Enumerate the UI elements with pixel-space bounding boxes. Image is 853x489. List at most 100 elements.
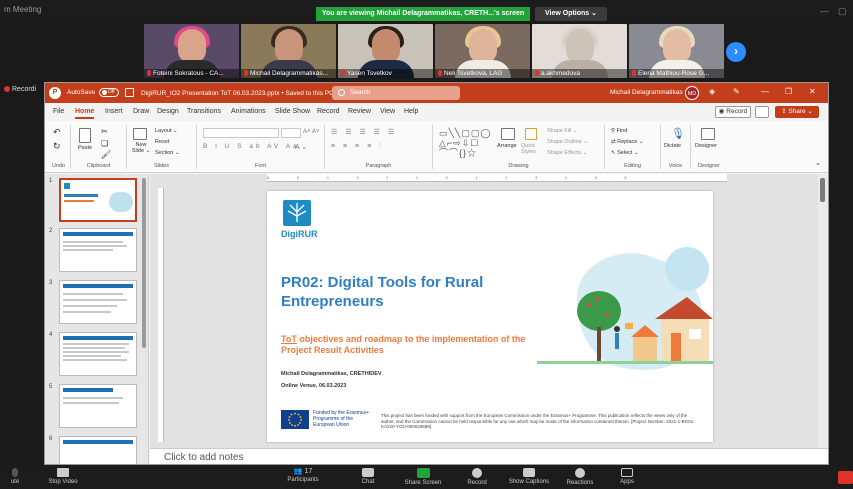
tab-home[interactable]: Home (75, 108, 95, 119)
share-screen-icon (416, 468, 430, 478)
slide-thumbnail[interactable] (59, 436, 137, 464)
replace-button[interactable]: ⇄ Replace ⌄ (611, 139, 643, 145)
slide-thumbnail[interactable] (59, 384, 137, 428)
participant-tile[interactable]: Neli Tsvetkova, LAG (435, 24, 530, 78)
close-icon[interactable]: ✕ (809, 87, 816, 96)
next-participants-icon[interactable]: › (726, 42, 746, 62)
maximize-icon[interactable]: ▢ (838, 6, 847, 17)
select-button[interactable]: ↖ Select ⌄ (611, 150, 639, 156)
share-screen-button[interactable]: Share Screen (398, 465, 448, 486)
participant-tile[interactable]: Michail Delagrammatikas... (241, 24, 336, 78)
slide-subtitle[interactable]: ToT objectives and roadmap to the implem… (281, 334, 531, 356)
tab-insert[interactable]: Insert (105, 108, 123, 115)
section-button[interactable]: Section ⌄ (155, 150, 179, 156)
notes-pane[interactable]: Click to add notes (150, 448, 828, 464)
reset-button[interactable]: Reset (155, 139, 169, 145)
microphone-icon (12, 468, 18, 477)
view-options-button[interactable]: View Options ⌄ (535, 7, 607, 21)
font-size-input[interactable] (281, 128, 301, 138)
stop-video-button[interactable]: Stop Video (40, 465, 86, 485)
copy-icon[interactable]: ❏ (101, 139, 108, 148)
pen-icon[interactable]: ✎ (733, 87, 740, 96)
new-slide-button[interactable]: New Slide ⌄ (130, 142, 152, 154)
arrange-button[interactable]: Arrange (497, 143, 517, 149)
record-button[interactable]: Record (462, 465, 492, 486)
tab-help[interactable]: Help (404, 108, 418, 115)
new-slide-icon[interactable] (133, 128, 147, 140)
share-button[interactable]: ⇪ Share ⌄ (775, 106, 819, 118)
current-slide[interactable]: DigiRUR PR02: Digital Tools for Rural En… (267, 191, 713, 442)
dictate-button[interactable]: Dictate (664, 143, 681, 149)
tab-review[interactable]: Review (348, 108, 371, 115)
tab-record[interactable]: Record (317, 108, 340, 115)
tab-file[interactable]: File (53, 108, 64, 115)
tab-design[interactable]: Design (157, 108, 179, 115)
recording-indicator[interactable]: Recordi (4, 86, 36, 93)
mute-button[interactable]: ute (0, 465, 30, 485)
slide-title[interactable]: PR02: Digital Tools for Rural Entreprene… (281, 273, 511, 311)
apps-button[interactable]: Apps (614, 465, 640, 485)
participants-button[interactable]: 👥 17 Participants (278, 465, 328, 483)
designer-icon[interactable] (701, 128, 715, 140)
slide-author[interactable]: Michail Delagrammatikas, CRETHIDEV (281, 371, 382, 377)
find-button[interactable]: ⚲ Find (611, 128, 627, 134)
undo-icon[interactable]: ↶ (53, 127, 61, 138)
quick-styles-icon[interactable] (525, 128, 537, 140)
paste-icon[interactable] (79, 128, 91, 143)
microphone-icon[interactable]: 🎙 (671, 127, 685, 140)
restore-icon[interactable]: ❐ (785, 87, 792, 96)
paste-button[interactable]: Paste (78, 145, 92, 151)
slide-thumbnail[interactable] (59, 228, 137, 272)
quick-styles-button[interactable]: Quick Styles (521, 143, 543, 155)
arrange-icon[interactable] (501, 128, 515, 140)
editor-scrollbar[interactable] (818, 174, 828, 464)
participant-tile[interactable]: Foteini Sokratous - CA... (144, 24, 239, 78)
minimize-icon[interactable]: — (761, 87, 769, 96)
shape-effects-button[interactable]: Shape Effects ⌄ (547, 150, 587, 156)
captions-icon (523, 468, 535, 477)
format-painter-icon[interactable]: 🖌 (101, 150, 111, 159)
search-box[interactable]: Search (332, 86, 460, 100)
tab-slide-show[interactable]: Slide Show (275, 108, 310, 115)
participant-tile[interactable]: Yasen Tsvetkov (338, 24, 433, 78)
redo-icon[interactable]: ↻ (53, 141, 61, 152)
shapes-gallery[interactable]: ▭╲╲▢▢◯ △⌐⇨⇩☐ ⌒⌒{}☆ (439, 128, 491, 158)
comments-icon[interactable] (755, 106, 769, 118)
slide-venue[interactable]: Online Venue, 06.03.2023 (281, 383, 346, 389)
minimize-icon[interactable]: — (820, 6, 829, 16)
tab-transitions[interactable]: Transitions (187, 108, 221, 115)
thumbnails-scrollbar[interactable] (142, 178, 146, 348)
slide-thumbnail[interactable] (59, 332, 137, 376)
avatar[interactable]: MD (685, 86, 699, 100)
chat-button[interactable]: Chat (356, 465, 380, 485)
collapse-ribbon-icon[interactable]: ⌄ (815, 159, 821, 167)
shape-fill-button[interactable]: Shape Fill ⌄ (547, 128, 578, 134)
leave-button[interactable] (838, 471, 853, 484)
tab-draw[interactable]: Draw (133, 108, 149, 115)
align-buttons[interactable]: ≡ ≡ ≡ ≡ ⫶ (331, 143, 384, 151)
list-buttons[interactable]: ☰ ☰ ☰ ☰ ☰ (331, 128, 397, 136)
participant-tile[interactable]: Elena Mathiou-Rose G... (629, 24, 724, 78)
show-captions-button[interactable]: Show Captions (504, 465, 554, 485)
participants-icon: 👥 17 (293, 468, 313, 475)
font-name-input[interactable] (203, 128, 279, 138)
participant-tile[interactable]: a.akhmedova (532, 24, 627, 78)
designer-button[interactable]: Designer (695, 143, 717, 149)
cut-icon[interactable]: ✂ (101, 127, 108, 136)
font-format-buttons[interactable]: B I U S ab AV Aa (203, 143, 300, 150)
record-button[interactable]: ◉ Record (715, 106, 751, 118)
slide-thumbnail[interactable] (59, 280, 137, 324)
diamond-icon[interactable]: ◈ (709, 87, 715, 96)
layout-button[interactable]: Layout ⌄ (155, 128, 178, 134)
tab-view[interactable]: View (380, 108, 395, 115)
tab-animations[interactable]: Animations (231, 108, 266, 115)
file-name[interactable]: DigiRUR_IO2 Presentation ToT 06.03.2023.… (141, 89, 341, 97)
save-icon[interactable] (125, 88, 134, 97)
slide-thumbnail[interactable] (59, 178, 137, 222)
font-color-icon[interactable]: A ⌄ (295, 143, 307, 151)
grow-font-icon[interactable]: A˄ A˅ (303, 129, 319, 135)
reactions-button[interactable]: Reactions (560, 465, 600, 486)
shape-outline-button[interactable]: Shape Outline ⌄ (547, 139, 588, 145)
vertical-ruler (158, 188, 164, 442)
autosave-toggle[interactable]: Off (99, 88, 119, 97)
